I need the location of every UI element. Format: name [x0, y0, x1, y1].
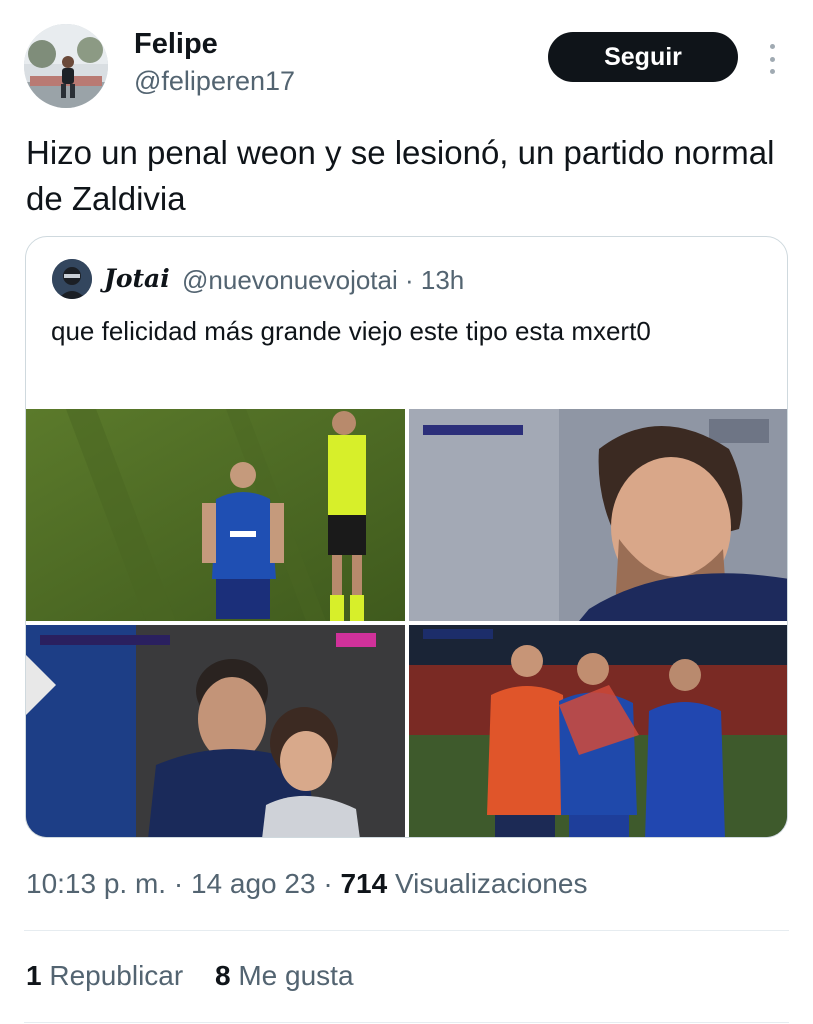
media-grid	[26, 409, 787, 837]
tweet-text: Hizo un penal weon y se lesionó, un part…	[26, 134, 775, 217]
media-image-4[interactable]	[409, 625, 787, 837]
author-handle[interactable]: @feliperen17	[134, 66, 295, 97]
quoted-handle-time[interactable]: @nuevonuevojotai · 13h	[182, 265, 464, 296]
quoted-avatar[interactable]	[52, 259, 92, 299]
likes-label: Me gusta	[238, 960, 354, 991]
views-label: Visualizaciones	[394, 868, 588, 899]
author-name[interactable]: Felipe	[134, 28, 218, 61]
reposts-count: 1	[26, 960, 42, 991]
tweet-date[interactable]: 14 ago 23	[191, 868, 316, 899]
views-count: 714	[340, 868, 388, 899]
author-avatar[interactable]	[24, 24, 108, 108]
divider	[24, 1022, 789, 1023]
divider	[24, 930, 789, 931]
reposts-stat[interactable]: 1 Republicar	[26, 960, 183, 992]
likes-count: 8	[215, 960, 231, 991]
likes-stat[interactable]: 8 Me gusta	[215, 960, 354, 992]
quoted-name[interactable]: Jotai	[104, 264, 170, 293]
tweet-stats: 1 Republicar 8 Me gusta	[26, 960, 378, 992]
media-image-3[interactable]	[26, 625, 405, 837]
follow-button[interactable]: Seguir	[548, 32, 738, 82]
quoted-text: que felicidad más grande viejo este tipo…	[51, 316, 651, 346]
more-options-icon[interactable]	[762, 44, 782, 74]
quoted-tweet[interactable]: Jotai @nuevonuevojotai · 13h que felicid…	[25, 236, 788, 838]
reposts-label: Republicar	[49, 960, 184, 991]
tweet-meta: 10:13 p. m. · 14 ago 23 · 714 Visualizac…	[26, 868, 588, 899]
tweet-header: Felipe @feliperen17 Seguir	[24, 24, 789, 108]
media-image-1[interactable]	[26, 409, 405, 621]
tweet-time[interactable]: 10:13 p. m.	[26, 868, 166, 899]
media-image-2[interactable]	[409, 409, 787, 621]
